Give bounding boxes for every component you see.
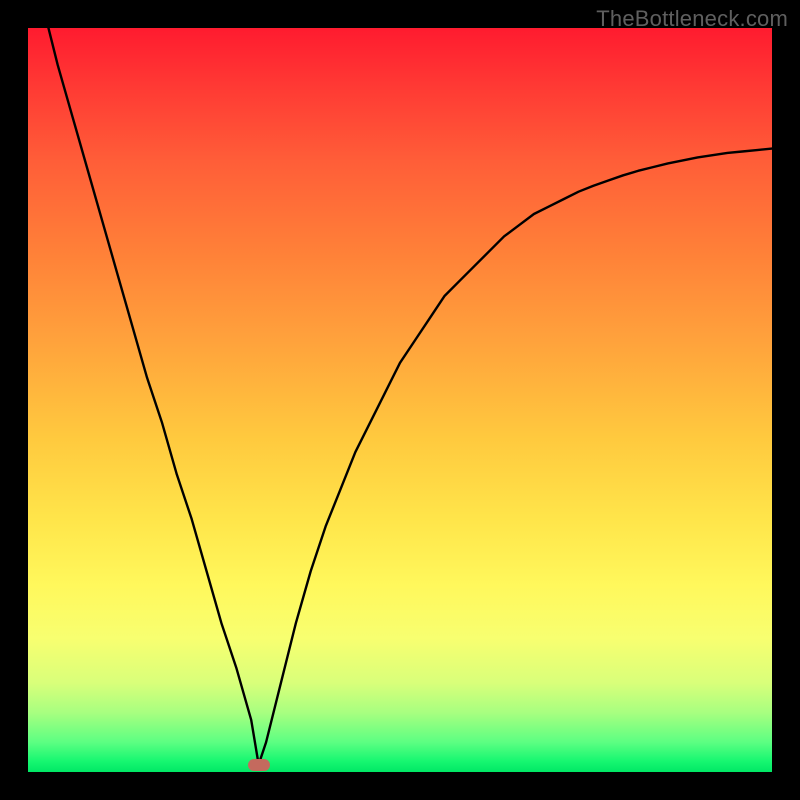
bottleneck-curve — [28, 28, 772, 772]
bottleneck-minimum-marker — [248, 759, 270, 771]
chart-frame: TheBottleneck.com — [0, 0, 800, 800]
plot-area — [28, 28, 772, 772]
